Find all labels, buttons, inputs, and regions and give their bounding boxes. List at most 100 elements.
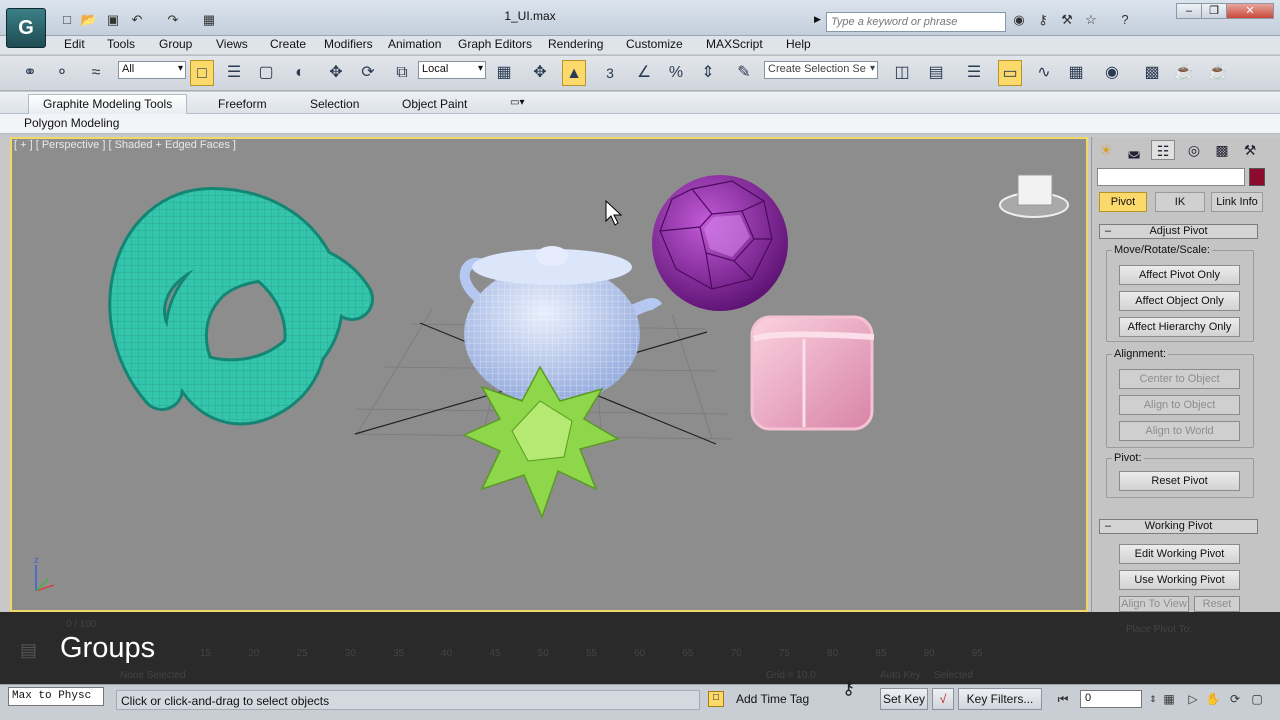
favorites-star-icon[interactable]: ☆ (1082, 12, 1100, 28)
close-button[interactable]: ✕ (1226, 3, 1274, 19)
named-selection-dropdown[interactable]: Create Selection Se (764, 61, 878, 79)
render-production-icon[interactable]: ☕ (1206, 60, 1230, 86)
save-file-icon[interactable]: ▣ (104, 12, 122, 28)
ribbon-options-icon[interactable]: ▭▾ (510, 97, 524, 108)
menu-maxscript[interactable]: MAXScript (706, 37, 763, 51)
search-expand-icon[interactable]: ▶ (814, 14, 821, 25)
viewport-label[interactable]: [ + ] [ Perspective ] [ Shaded + Edged F… (14, 139, 236, 151)
center-to-object-button[interactable]: Center to Object (1119, 369, 1240, 389)
set-key-button[interactable]: Set Key (880, 688, 928, 710)
key-mode-dropdown[interactable]: Selected (934, 670, 973, 681)
menu-group[interactable]: Group (159, 37, 192, 51)
spinner-snap-icon[interactable]: ⇕ (696, 60, 720, 86)
open-file-icon[interactable]: 📂 (80, 12, 98, 28)
use-working-pivot-button[interactable]: Use Working Pivot (1119, 570, 1240, 590)
tab-pivot[interactable]: Pivot (1099, 192, 1147, 212)
orbit-icon[interactable]: ⟳ (1226, 690, 1244, 708)
default-key-icon[interactable]: ⚷ (842, 678, 855, 699)
menu-help[interactable]: Help (786, 37, 811, 51)
graphite-toggle-icon[interactable]: ▭ (998, 60, 1022, 86)
menu-rendering[interactable]: Rendering (548, 37, 603, 51)
working-pivot-rollout[interactable]: Working Pivot (1099, 519, 1258, 534)
key-tangent-icon[interactable]: √ (932, 688, 954, 710)
object-name-field[interactable] (1097, 168, 1245, 186)
display-panel-icon[interactable]: ▩ (1210, 140, 1234, 160)
select-object-icon[interactable]: □ (190, 60, 214, 86)
edit-named-selection-icon[interactable]: ✎ (732, 60, 756, 86)
play-icon[interactable]: ▷ (1184, 690, 1202, 708)
perspective-viewport[interactable] (10, 137, 1088, 612)
menu-animation[interactable]: Animation (388, 37, 441, 51)
affect-object-only-button[interactable]: Affect Object Only (1119, 291, 1240, 311)
mirror-icon[interactable]: ◫ (890, 60, 914, 86)
tab-freeform[interactable]: Freeform (218, 97, 267, 111)
undo-icon[interactable]: ↶ (128, 12, 146, 28)
auto-key-button[interactable]: Auto Key (880, 670, 921, 681)
hierarchy-panel-icon[interactable]: ☷ (1151, 140, 1175, 160)
selection-filter-dropdown[interactable]: All (118, 61, 186, 79)
angle-snap-icon[interactable]: ∠ (632, 60, 656, 86)
keyboard-shortcut-override-icon[interactable]: ▲ (562, 60, 586, 86)
project-folder-icon[interactable]: ▦ (200, 12, 218, 28)
working-pivot-reset-button[interactable]: Reset (1194, 596, 1240, 612)
binoculars-icon[interactable]: ◉ (1010, 12, 1028, 28)
reset-pivot-button[interactable]: Reset Pivot (1119, 471, 1240, 491)
tab-graphite-modeling-tools[interactable]: Graphite Modeling Tools (28, 94, 188, 114)
select-and-rotate-icon[interactable]: ⟳ (356, 60, 380, 86)
tab-link-info[interactable]: Link Info (1211, 192, 1263, 212)
polygon-modeling-panel[interactable]: Polygon Modeling (24, 116, 119, 130)
align-to-object-button[interactable]: Align to Object (1119, 395, 1240, 415)
search-input[interactable]: Type a keyword or phrase (826, 12, 1006, 32)
menu-modifiers[interactable]: Modifiers (324, 37, 373, 51)
minimize-button[interactable]: – (1176, 3, 1202, 19)
key-filters-button[interactable]: Key Filters... (958, 688, 1042, 710)
schematic-view-icon[interactable]: ▦ (1064, 60, 1088, 86)
maximize-viewport-icon[interactable]: ▢ (1248, 690, 1266, 708)
select-by-name-icon[interactable]: ☰ (222, 60, 246, 86)
material-editor-icon[interactable]: ◉ (1100, 60, 1124, 86)
go-to-start-icon[interactable]: ⏮ (1054, 690, 1072, 708)
redo-icon[interactable]: ↷ (164, 12, 182, 28)
align-icon[interactable]: ▤ (924, 60, 948, 86)
align-to-view-button[interactable]: Align To View (1119, 596, 1189, 612)
menu-graph-editors[interactable]: Graph Editors (458, 37, 532, 51)
current-frame-field[interactable]: 0 (1080, 690, 1142, 708)
window-crossing-icon[interactable]: ◐ (288, 60, 312, 86)
layer-manager-icon[interactable]: ☰ (962, 60, 986, 86)
select-and-move-icon[interactable]: ✥ (324, 60, 348, 86)
timeline-ruler[interactable]: 15 20 25 30 35 40 45 50 55 60 65 70 75 80 85 90 95 (200, 648, 1020, 662)
key-icon[interactable]: ⚷ (1034, 12, 1052, 28)
time-config-icon[interactable]: ▦ (1160, 690, 1178, 708)
motion-panel-icon[interactable]: ◎ (1182, 140, 1206, 160)
pan-hand-icon[interactable]: ✋ (1204, 690, 1222, 708)
percent-snap-icon[interactable]: % (664, 60, 688, 86)
edit-working-pivot-button[interactable]: Edit Working Pivot (1119, 544, 1240, 564)
tab-object-paint[interactable]: Object Paint (402, 97, 467, 111)
create-panel-icon[interactable]: ☀ (1094, 140, 1118, 160)
affect-hierarchy-only-button[interactable]: Affect Hierarchy Only (1119, 317, 1240, 337)
curve-editor-icon[interactable]: ∿ (1032, 60, 1056, 86)
rendered-frame-icon[interactable]: ☕ (1172, 60, 1196, 86)
help-icon[interactable]: ? (1116, 12, 1134, 28)
rectangular-selection-icon[interactable]: ▢ (254, 60, 278, 86)
bind-space-warp-icon[interactable]: ≈ (84, 60, 108, 86)
snaps-toggle-icon[interactable]: 3 (598, 60, 622, 86)
modify-panel-icon[interactable]: ◛ (1122, 140, 1146, 160)
menu-customize[interactable]: Customize (626, 37, 683, 51)
menu-edit[interactable]: Edit (64, 37, 85, 51)
select-and-link-icon[interactable]: ⚭ (18, 60, 42, 86)
tools-icon[interactable]: ⚒ (1058, 12, 1076, 28)
tab-selection[interactable]: Selection (310, 97, 359, 111)
tab-ik[interactable]: IK (1155, 192, 1205, 212)
pivot-center-icon[interactable]: ▦ (492, 60, 516, 86)
time-slider-range[interactable]: 0 / 100 (66, 619, 97, 630)
adjust-pivot-rollout[interactable]: Adjust Pivot (1099, 224, 1258, 239)
restore-button[interactable]: ❐ (1201, 3, 1227, 19)
object-color-swatch[interactable] (1249, 168, 1265, 186)
menu-tools[interactable]: Tools (107, 37, 135, 51)
render-setup-icon[interactable]: ▩ (1140, 60, 1164, 86)
select-and-scale-icon[interactable]: ⧉ (390, 60, 414, 86)
timeline-config-icon[interactable]: ▤ (20, 640, 37, 661)
menu-create[interactable]: Create (270, 37, 306, 51)
reference-coordinate-dropdown[interactable]: Local (418, 61, 486, 79)
